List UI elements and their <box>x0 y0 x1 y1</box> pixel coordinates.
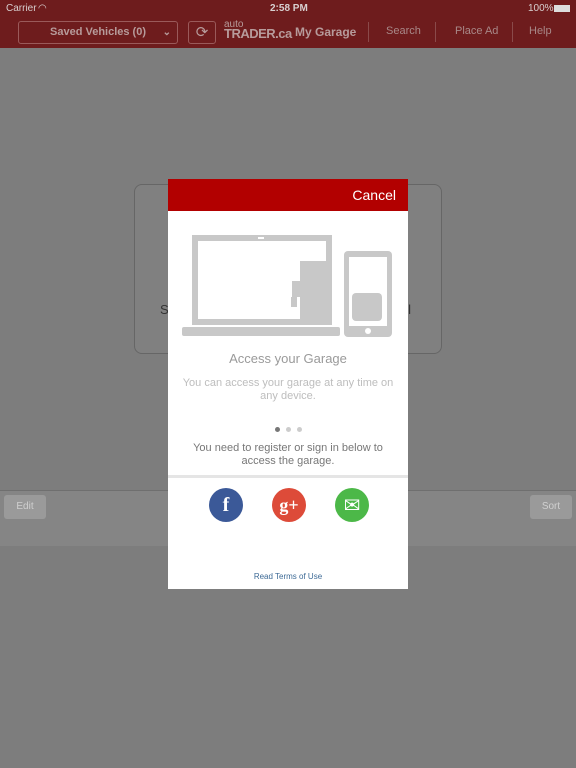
wifi-icon: ◠ <box>38 3 47 14</box>
nav-search[interactable]: Search <box>386 25 421 37</box>
devices-illustration <box>182 235 392 337</box>
modal-title: Access your Garage <box>229 351 347 366</box>
google-plus-icon: g+ <box>279 495 299 515</box>
edit-button[interactable]: Edit <box>4 495 46 519</box>
terms-link[interactable]: Read Terms of Use <box>168 572 408 581</box>
page-dot-2[interactable] <box>285 427 291 432</box>
modal-header: Cancel <box>168 179 408 211</box>
facebook-button[interactable]: f <box>209 488 243 522</box>
top-bar: Carrier ◠ 2:58 PM 100% Saved Vehicles (0… <box>0 0 576 48</box>
battery-label: 100% <box>528 3 554 14</box>
saved-vehicles-dropdown[interactable]: Saved Vehicles (0) ⌄ <box>18 21 178 44</box>
refresh-icon: ⟳ <box>195 24 209 41</box>
facebook-icon: f <box>222 494 230 516</box>
cancel-button[interactable]: Cancel <box>352 187 396 203</box>
page-dot-1[interactable] <box>274 427 280 432</box>
garage-modal: Cancel Access your Garage You can access… <box>168 179 408 589</box>
page-dot-3[interactable] <box>296 427 302 432</box>
sort-button[interactable]: Sort <box>530 495 572 519</box>
battery-icon <box>554 5 570 12</box>
nav-my-garage[interactable]: My Garage <box>295 25 356 39</box>
google-plus-button[interactable]: g+ <box>272 488 306 522</box>
nav-place-ad[interactable]: Place Ad <box>455 25 498 37</box>
nav-help[interactable]: Help <box>529 25 552 37</box>
modal-description: You can access your garage at any time o… <box>182 377 394 402</box>
divider <box>168 475 408 478</box>
divider <box>435 22 436 42</box>
refresh-button[interactable]: ⟳ <box>188 21 216 44</box>
saved-vehicles-label: Saved Vehicles (0) <box>50 26 146 38</box>
divider <box>368 22 369 42</box>
chevron-down-icon: ⌄ <box>162 27 171 38</box>
email-icon: ✉ <box>343 493 361 517</box>
divider <box>512 22 513 42</box>
carrier-label: Carrier <box>6 3 37 14</box>
email-button[interactable]: ✉ <box>335 488 369 522</box>
sign-in-note: You need to register or sign in below to… <box>193 442 383 467</box>
clock: 2:58 PM <box>270 3 308 14</box>
autotrader-logo[interactable]: auto TRADER.ca <box>224 20 292 41</box>
page-indicator[interactable] <box>168 419 408 437</box>
